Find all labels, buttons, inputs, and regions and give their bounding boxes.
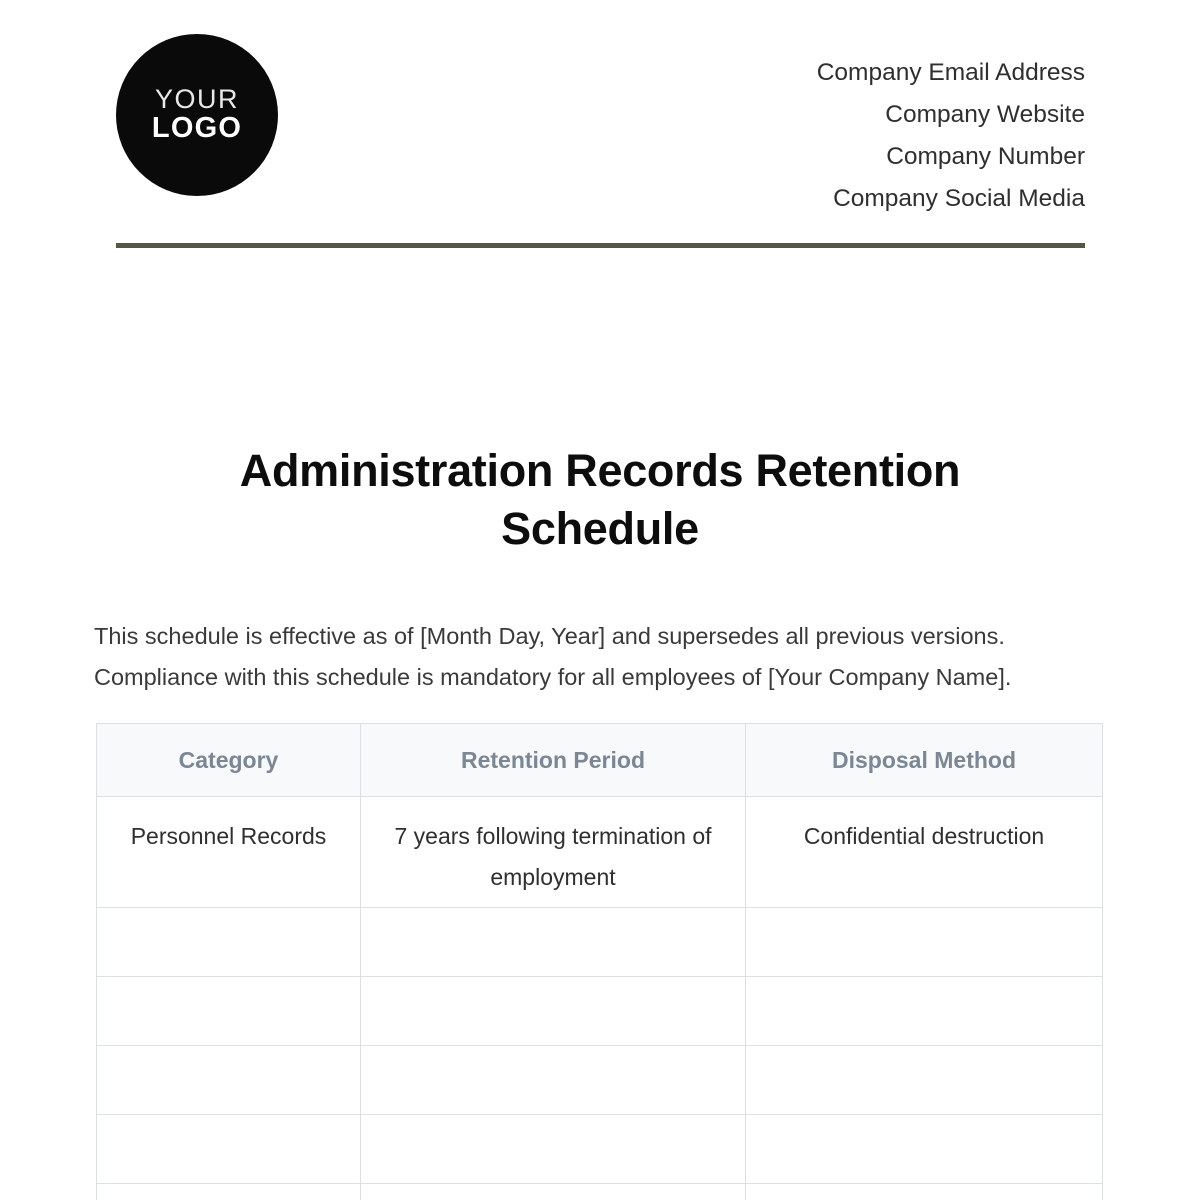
cell-disposal-method[interactable] xyxy=(745,976,1103,1046)
column-header-disposal-method: Disposal Method xyxy=(745,723,1103,797)
cell-retention-period-text xyxy=(361,1115,745,1134)
cell-category[interactable] xyxy=(96,1183,361,1200)
cell-retention-period-text xyxy=(361,1046,745,1065)
contact-number-placeholder: Company Number xyxy=(886,143,1085,170)
table-row[interactable] xyxy=(96,1045,1103,1115)
cell-category[interactable] xyxy=(96,976,361,1046)
cell-disposal-method-text xyxy=(746,1046,1102,1065)
table-header: Category Retention Period Disposal Metho… xyxy=(96,723,1103,797)
cell-category[interactable]: Personnel Records xyxy=(96,796,361,908)
document-page: YOUR LOGO Company Email Address Company … xyxy=(0,0,1200,1200)
table-row[interactable] xyxy=(96,1183,1103,1200)
cell-disposal-method-text xyxy=(746,1115,1102,1134)
cell-disposal-method[interactable]: Confidential destruction xyxy=(745,796,1103,908)
cell-retention-period[interactable]: 7 years following termination of employm… xyxy=(360,796,746,908)
table-body: Personnel Records 7 years following term… xyxy=(96,796,1103,1200)
cell-category[interactable] xyxy=(96,907,361,977)
table-row[interactable] xyxy=(96,907,1103,977)
cell-category[interactable] xyxy=(96,1114,361,1184)
cell-retention-period[interactable] xyxy=(360,976,746,1046)
cell-category-text xyxy=(97,1115,360,1134)
cell-disposal-method-text: Confidential destruction xyxy=(803,823,1045,849)
letterhead-divider xyxy=(116,243,1085,248)
cell-retention-period[interactable] xyxy=(360,1183,746,1200)
cell-disposal-method-text xyxy=(746,1184,1102,1200)
contact-website-placeholder: Company Website xyxy=(885,101,1085,128)
cell-disposal-method[interactable] xyxy=(745,1183,1103,1200)
table-header-row: Category Retention Period Disposal Metho… xyxy=(96,723,1103,797)
logo-text-your: YOUR xyxy=(154,83,239,114)
records-retention-table: Category Retention Period Disposal Metho… xyxy=(96,723,1103,1200)
cell-disposal-method[interactable] xyxy=(745,1114,1103,1184)
contact-email-placeholder: Company Email Address xyxy=(816,59,1085,86)
cell-category-text: Personnel Records xyxy=(130,823,327,849)
cell-retention-period-text xyxy=(361,1184,745,1200)
cell-disposal-method-text xyxy=(746,908,1102,927)
intro-paragraph: This schedule is effective as of [Month … xyxy=(94,622,1012,690)
cell-category-text xyxy=(97,1184,360,1200)
table-row[interactable]: Personnel Records 7 years following term… xyxy=(96,796,1103,908)
cell-category-text xyxy=(97,977,360,996)
column-header-category: Category xyxy=(96,723,361,797)
cell-retention-period[interactable] xyxy=(360,1045,746,1115)
cell-disposal-method-text xyxy=(746,977,1102,996)
cell-category[interactable] xyxy=(96,1045,361,1115)
table-row[interactable] xyxy=(96,976,1103,1046)
cell-retention-period-text: 7 years following termination of employm… xyxy=(394,823,712,890)
cell-category-text xyxy=(97,908,360,927)
cell-retention-period-text xyxy=(361,908,745,927)
cell-retention-period[interactable] xyxy=(360,1114,746,1184)
column-header-retention-period: Retention Period xyxy=(360,723,746,797)
company-contact-block: Company Email Address Company Website Co… xyxy=(817,30,1085,220)
cell-retention-period[interactable] xyxy=(360,907,746,977)
page-title: Administration Records Retention Schedul… xyxy=(239,445,961,555)
cell-disposal-method[interactable] xyxy=(745,1045,1103,1115)
letterhead: YOUR LOGO Company Email Address Company … xyxy=(116,30,1085,212)
cell-retention-period-text xyxy=(361,977,745,996)
logo-text-logo: LOGO xyxy=(151,112,243,145)
cell-disposal-method[interactable] xyxy=(745,907,1103,977)
cell-category-text xyxy=(97,1046,360,1065)
contact-social-media-placeholder: Company Social Media xyxy=(833,185,1085,212)
table-row[interactable] xyxy=(96,1114,1103,1184)
company-logo: YOUR LOGO xyxy=(116,34,278,196)
